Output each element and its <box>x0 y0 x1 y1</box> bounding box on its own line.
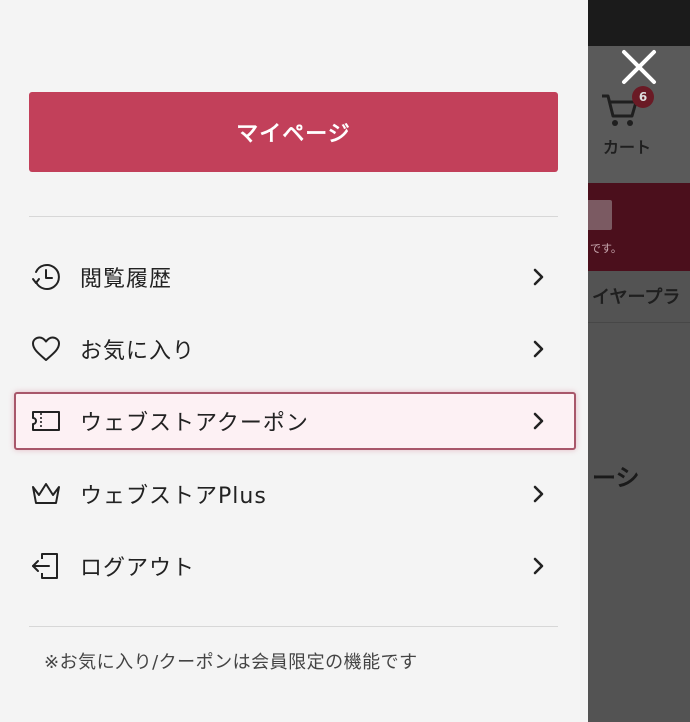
background-banner-text: です。 <box>590 242 622 255</box>
members-only-note: ※お気に入り/クーポンは会員限定の機能です <box>44 652 418 673</box>
history-clock-icon <box>30 261 62 293</box>
chevron-right-icon <box>532 268 546 286</box>
menu-item-plus[interactable]: ウェブストアPlus <box>14 465 576 523</box>
chevron-right-icon <box>532 340 546 358</box>
menu-item-label: 閲覧履歴 <box>80 267 173 292</box>
menu-item-label: ウェブストアクーポン <box>80 411 309 436</box>
close-menu-button[interactable] <box>618 46 660 88</box>
menu-item-favorites[interactable]: お気に入り <box>14 320 576 378</box>
logout-icon <box>30 550 62 582</box>
chevron-right-icon <box>532 557 546 575</box>
heart-icon <box>30 333 62 365</box>
menu-bottom-divider <box>29 626 558 627</box>
cart-label: カート <box>602 138 651 157</box>
background-tab-divider <box>588 322 690 323</box>
side-menu-drawer: マイページ 閲覧履歴 お気に入り ウェブストアクーポン ウェブストアPlus ロ… <box>0 0 588 722</box>
menu-item-logout[interactable]: ログアウト <box>14 537 576 595</box>
crown-icon <box>30 478 62 510</box>
menu-item-label: お気に入り <box>80 339 196 364</box>
mypage-button[interactable]: マイページ <box>29 92 558 172</box>
background-tab-text: イヤープラ <box>592 287 681 308</box>
close-icon <box>622 50 656 84</box>
cart-link: 6 カート <box>596 86 658 157</box>
background-heading-text: ーシ <box>592 464 640 492</box>
chevron-right-icon <box>532 412 546 430</box>
coupon-ticket-icon <box>30 405 62 437</box>
menu-top-divider <box>29 216 558 217</box>
chevron-right-icon <box>532 485 546 503</box>
menu-item-coupon[interactable]: ウェブストアクーポン <box>14 392 576 450</box>
menu-item-history[interactable]: 閲覧履歴 <box>14 248 576 306</box>
cart-count-badge: 6 <box>632 86 654 108</box>
menu-item-label: ログアウト <box>80 556 196 581</box>
menu-item-label: ウェブストアPlus <box>80 484 267 509</box>
